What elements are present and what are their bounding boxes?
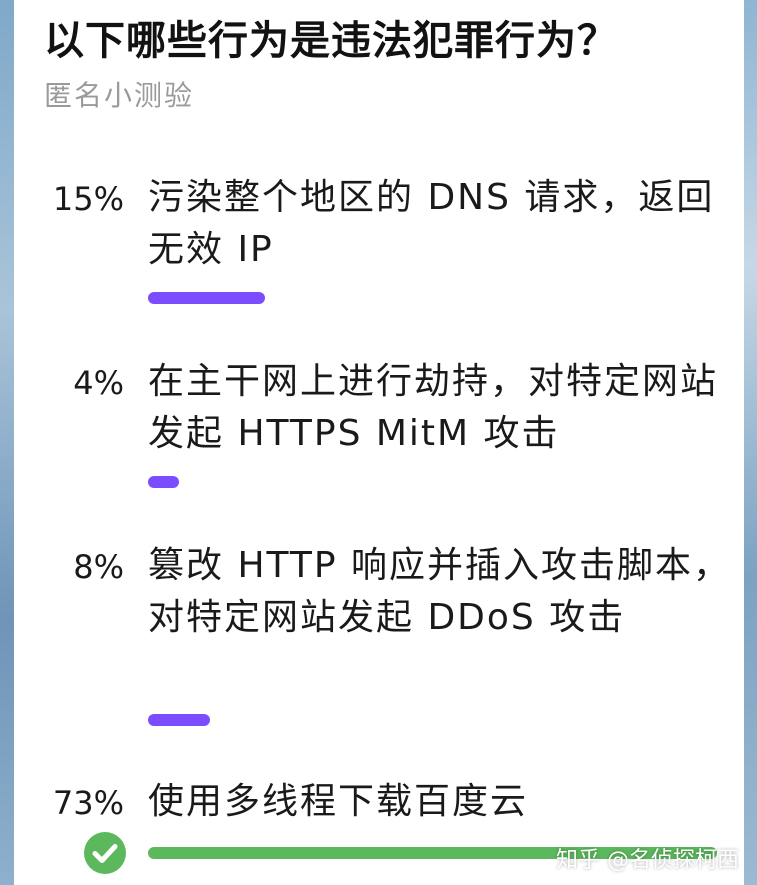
option-text: 在主干网上进行劫持，对特定网站发起 HTTPS MitM 攻击 — [148, 361, 719, 454]
poll-card: 以下哪些行为是违法犯罪行为？ 匿名小测验 15% 污染整个地区的 DNS 请求，… — [14, 0, 744, 885]
option-percent: 8% — [73, 548, 124, 586]
check-circle-icon — [84, 832, 126, 874]
option-percent: 15% — [52, 180, 124, 218]
option-text: 使用多线程下载百度云 — [148, 781, 529, 822]
watermark: 知乎 @名侦探柯西 — [556, 848, 739, 873]
result-bar — [148, 714, 210, 726]
question-title: 以下哪些行为是违法犯罪行为？ — [44, 18, 618, 64]
quiz-subtitle: 匿名小测验 — [44, 79, 195, 112]
option-text: 污染整个地区的 DNS 请求，返回无效 IP — [148, 177, 715, 270]
result-bar — [148, 292, 265, 304]
result-bar — [148, 476, 179, 488]
option-percent: 73% — [52, 784, 124, 822]
option-text: 篡改 HTTP 响应并插入攻击脚本，对特定网站发起 DDoS 攻击 — [148, 545, 732, 638]
option-percent: 4% — [73, 364, 124, 402]
